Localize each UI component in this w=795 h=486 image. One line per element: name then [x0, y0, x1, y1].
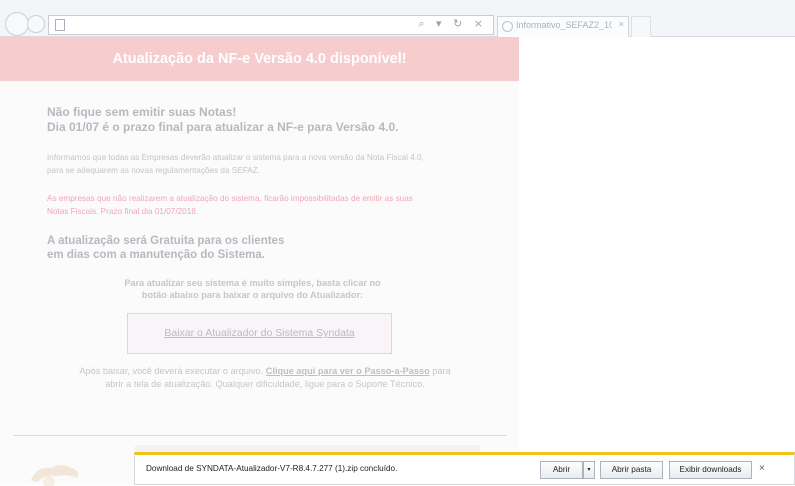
- info-line-2: para se adequarem as novas regulamentaçõ…: [47, 166, 260, 175]
- after-line-1: Após baixar, você deverá executar o arqu…: [45, 365, 485, 378]
- forward-button[interactable]: [27, 15, 45, 33]
- download-link[interactable]: Baixar o Atualizador do Sistema Syndata: [128, 327, 391, 339]
- new-tab-button[interactable]: [631, 16, 651, 37]
- info-line-1: Informamos que todas as Empresas deverão…: [47, 153, 424, 162]
- page-title: Atualização da NF-e Versão 4.0 disponíve…: [112, 51, 407, 67]
- back-button[interactable]: [5, 12, 29, 36]
- web-page: Atualização da NF-e Versão 4.0 disponíve…: [0, 37, 795, 486]
- after-text-post: para: [432, 366, 451, 376]
- view-downloads-button[interactable]: Exibir downloads: [669, 461, 752, 479]
- instructions-text: Para atualizar seu sistema é muito simpl…: [100, 277, 405, 301]
- page-icon: [55, 19, 65, 31]
- notice-line-2: Dia 01/07 é o prazo final para atualizar…: [47, 120, 399, 134]
- free-update-heading: A atualização será Gratuita para os clie…: [47, 234, 467, 262]
- download-complete-message: Download de SYNDATA-Atualizador-V7-R8.4.…: [146, 464, 398, 473]
- tab-label: Informativo_SEFAZ2_10082...: [516, 20, 612, 30]
- address-bar-controls[interactable]: ⌕ ▾ ↻ ×: [418, 17, 487, 31]
- mascot-illustration: [31, 465, 79, 486]
- notice-heading: Não fique sem emitir suas Notas! Dia 01/…: [47, 105, 467, 135]
- address-bar[interactable]: ⌕ ▾ ↻ ×: [48, 15, 494, 35]
- download-notification-bar: Download de SYNDATA-Atualizador-V7-R8.4.…: [134, 452, 795, 485]
- ie-tab-icon: [502, 21, 513, 32]
- after-download-text: Após baixar, você deverá executar o arqu…: [45, 365, 485, 391]
- warning-paragraph: As empresas que não realizarem a atualiz…: [47, 192, 477, 218]
- browser-toolbar: ⌕ ▾ ↻ × Informativo_SEFAZ2_10082... ×: [0, 0, 795, 37]
- open-dropdown-button[interactable]: ▾: [583, 461, 595, 479]
- after-text-pre: Após baixar, você deverá executar o arqu…: [79, 366, 264, 376]
- notice-line-1: Não fique sem emitir suas Notas!: [47, 105, 237, 119]
- warning-line-1: As empresas que não realizarem a atualiz…: [47, 194, 413, 203]
- after-line-2: abrir a tela de atualização. Qualquer di…: [105, 379, 425, 389]
- free-line-2: em dias com a manutenção do Sistema.: [47, 249, 265, 261]
- instructions-line-1: Para atualizar seu sistema é muito simpl…: [124, 278, 381, 288]
- download-button[interactable]: Baixar o Atualizador do Sistema Syndata: [127, 313, 392, 354]
- close-icon[interactable]: ×: [759, 463, 765, 474]
- warning-line-2: Notas Fiscais. Prazo final dia 01/07/201…: [47, 207, 199, 216]
- divider: [13, 435, 507, 436]
- step-by-step-link[interactable]: Clique aqui para ver o Passo-a-Passo: [266, 366, 430, 376]
- content-area: Não fique sem emitir suas Notas! Dia 01/…: [0, 81, 519, 486]
- free-line-1: A atualização será Gratuita para os clie…: [47, 235, 285, 247]
- tab-close-icon[interactable]: ×: [619, 19, 624, 29]
- open-button[interactable]: Abrir: [540, 461, 583, 479]
- open-folder-button[interactable]: Abrir pasta: [600, 461, 663, 479]
- instructions-line-2: botão abaixo para baixar o arquivo do At…: [141, 290, 364, 300]
- header-banner: Atualização da NF-e Versão 4.0 disponíve…: [0, 37, 519, 81]
- info-paragraph: Informamos que todas as Empresas deverão…: [47, 151, 467, 177]
- browser-tab[interactable]: Informativo_SEFAZ2_10082... ×: [497, 16, 629, 37]
